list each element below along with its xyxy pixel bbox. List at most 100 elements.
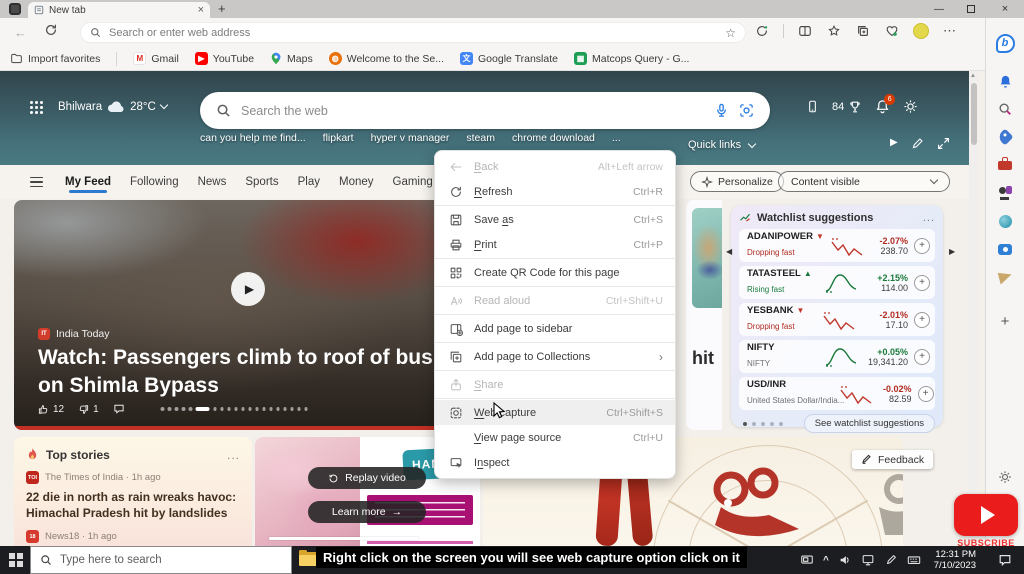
feedback-button[interactable]: Feedback xyxy=(852,450,934,469)
sidebar-copilot-icon[interactable]: b xyxy=(994,32,1016,54)
quick-links-toggle[interactable]: Quick links xyxy=(688,139,757,151)
tray-display-icon[interactable] xyxy=(800,553,814,567)
personalize-button[interactable]: Personalize xyxy=(690,171,784,192)
bookmark-item[interactable]: ▦ Matcops Query - G... xyxy=(573,52,689,65)
sidebar-notifications-icon[interactable] xyxy=(994,70,1016,92)
window-close-button[interactable]: × xyxy=(990,0,1020,18)
context-menu-item-create-qr-code-for-this-page[interactable]: Create QR Code for this page xyxy=(435,260,675,285)
address-input[interactable] xyxy=(109,26,718,39)
suggestion-chip[interactable]: chrome download xyxy=(512,132,595,144)
split-screen-icon[interactable] xyxy=(797,23,813,39)
watchlist-pagination-dots[interactable] xyxy=(743,421,783,426)
top-stories-card[interactable]: Top stories ... TOI The Times of India ·… xyxy=(14,437,252,546)
suggestion-chip[interactable]: ... xyxy=(612,132,621,144)
window-minimize-button[interactable]: — xyxy=(924,0,954,18)
context-menu-item-add-page-to-sidebar[interactable]: Add page to sidebar xyxy=(435,316,675,341)
context-menu-item-save-as[interactable]: Save as Ctrl+S xyxy=(435,207,675,232)
feed-tab-news[interactable]: News xyxy=(198,167,227,197)
watchlist-row[interactable]: YESBANK ▼ Dropping fast -2.01% 17.10 + xyxy=(739,303,935,336)
edit-background-icon[interactable] xyxy=(911,137,924,150)
menu-hamburger-icon[interactable] xyxy=(30,176,43,188)
context-menu-item-view-page-source[interactable]: View page source Ctrl+U xyxy=(435,425,675,450)
comments-button[interactable] xyxy=(113,403,125,415)
sidebar-camera-icon[interactable] xyxy=(994,238,1016,260)
learn-more-button[interactable]: Learn more → xyxy=(308,501,426,523)
context-menu-item-refresh[interactable]: Refresh Ctrl+R xyxy=(435,179,675,204)
window-maximize-button[interactable] xyxy=(956,0,986,18)
like-button[interactable]: 12 xyxy=(38,404,64,415)
notifications-bell[interactable]: 6 xyxy=(875,94,896,114)
sidebar-shopping-icon[interactable] xyxy=(994,126,1016,148)
mobile-icon[interactable] xyxy=(806,99,819,114)
subscribe-overlay[interactable]: SUBSCRIBE xyxy=(951,494,1021,548)
visual-search-icon[interactable] xyxy=(739,103,754,118)
dislike-button[interactable]: 1 xyxy=(78,404,99,415)
sidebar-search-icon[interactable] xyxy=(994,98,1016,120)
more-menu-icon[interactable]: ⋯ xyxy=(942,23,958,39)
tray-touch-keyboard-icon[interactable] xyxy=(907,553,921,567)
tab-actions-menu-icon[interactable] xyxy=(9,3,21,15)
context-menu-item-web-capture[interactable]: Web capture Ctrl+Shift+S xyxy=(435,400,675,425)
new-tab-button[interactable]: + xyxy=(218,1,226,16)
apps-grid-icon[interactable] xyxy=(30,101,45,116)
tab-close-icon[interactable]: × xyxy=(198,5,204,16)
feed-tab-my-feed[interactable]: My Feed xyxy=(65,167,111,197)
suggestion-chip[interactable]: can you help me find... xyxy=(200,132,306,144)
taskbar-clock[interactable]: 12:31 PM 7/10/2023 xyxy=(930,549,976,571)
partial-news-card[interactable]: hit xyxy=(686,200,722,430)
tray-volume-icon[interactable] xyxy=(838,553,852,567)
add-to-watchlist-button[interactable]: + xyxy=(917,385,934,402)
feed-tab-sports[interactable]: Sports xyxy=(245,167,278,197)
feed-tab-following[interactable]: Following xyxy=(130,167,179,197)
play-button[interactable]: ▶ xyxy=(231,272,265,306)
watchlist-row[interactable]: TATASTEEL ▲ Rising fast +2.15% 114.00 + xyxy=(739,266,935,299)
collections-icon[interactable] xyxy=(855,23,871,39)
watchlist-row[interactable]: NIFTY NIFTY +0.05% 19,341.20 + xyxy=(739,340,935,373)
scrollbar-thumb[interactable] xyxy=(970,83,977,145)
file-explorer-icon[interactable] xyxy=(299,550,317,566)
add-to-watchlist-button[interactable]: + xyxy=(914,274,930,291)
top-stories-more-icon[interactable]: ... xyxy=(227,448,240,462)
msn-search-input[interactable] xyxy=(241,103,704,118)
action-center-icon[interactable] xyxy=(998,553,1012,567)
taskbar-search[interactable] xyxy=(30,546,292,574)
sidebar-add-icon[interactable]: + xyxy=(994,310,1016,332)
bookmark-item[interactable]: ▶ YouTube xyxy=(194,52,254,65)
rewards-widget[interactable]: 84 xyxy=(832,100,862,114)
context-menu-item-inspect[interactable]: Inspect xyxy=(435,450,675,475)
youtube-play-button[interactable] xyxy=(954,494,1018,536)
settings-gear-icon[interactable] xyxy=(903,99,918,114)
profile-avatar[interactable] xyxy=(913,23,929,39)
add-to-watchlist-button[interactable]: + xyxy=(914,237,930,254)
bookmark-item[interactable]: 文 Google Translate xyxy=(460,52,558,65)
suggestion-chip[interactable]: steam xyxy=(466,132,495,144)
tray-network-icon[interactable] xyxy=(861,553,875,567)
see-watchlist-button[interactable]: See watchlist suggestions xyxy=(803,414,935,433)
sidebar-paper-plane-icon[interactable] xyxy=(994,266,1016,288)
favorite-star-icon[interactable]: ☆ xyxy=(725,26,736,40)
add-to-watchlist-button[interactable]: + xyxy=(914,311,930,328)
carousel-right-arrow[interactable]: ▶ xyxy=(949,247,955,256)
taskbar-search-input[interactable] xyxy=(60,554,282,566)
replay-video-button[interactable]: Replay video xyxy=(308,467,426,489)
sidebar-sphere-icon[interactable] xyxy=(994,210,1016,232)
play-slideshow-icon[interactable]: ▶ xyxy=(890,137,898,150)
feed-tab-gaming[interactable]: Gaming xyxy=(393,167,433,197)
watchlist-row[interactable]: USD/INR United States Dollar/India... -0… xyxy=(739,377,935,410)
sidebar-games-icon[interactable] xyxy=(994,182,1016,204)
context-menu-item-add-page-to-collections[interactable]: Add page to Collections › xyxy=(435,344,675,369)
bookmark-item[interactable]: Maps xyxy=(270,52,313,65)
refresh-icon[interactable] xyxy=(44,23,58,37)
browser-tab[interactable]: New tab × xyxy=(28,2,210,18)
sync-icon[interactable] xyxy=(754,23,770,39)
bookmark-item[interactable]: ◍ Welcome to the Se... xyxy=(328,52,444,65)
start-button[interactable] xyxy=(9,553,23,567)
scrollbar-up-arrow[interactable]: ▲ xyxy=(970,73,976,79)
tray-hidden-icons-icon[interactable]: ^ xyxy=(823,555,829,566)
suggestion-chip[interactable]: flipkart xyxy=(323,132,354,144)
weather-widget[interactable]: Bhilwara 28°C xyxy=(58,100,169,113)
feed-tab-play[interactable]: Play xyxy=(298,167,320,197)
bookmark-item[interactable]: Import favorites xyxy=(10,52,100,65)
content-visible-dropdown[interactable]: Content visible xyxy=(778,171,950,192)
sidebar-toolbox-icon[interactable] xyxy=(994,154,1016,176)
